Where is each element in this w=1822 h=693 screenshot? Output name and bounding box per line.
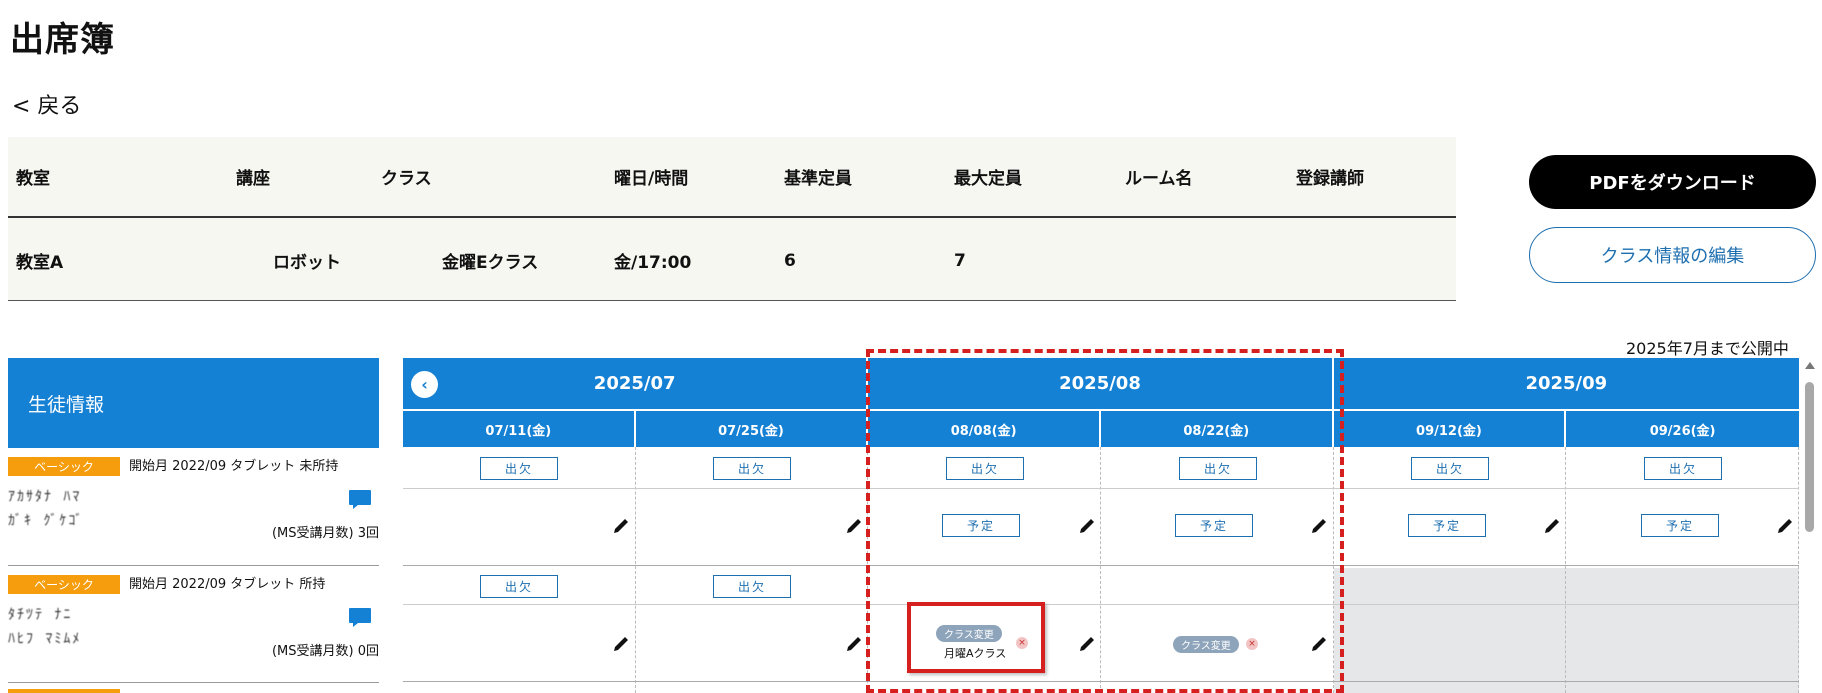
planned-button[interactable]: 予定: [1408, 514, 1486, 537]
lesson-count: (MS受講月数) 0回: [271, 644, 379, 659]
date-column: [1334, 447, 1567, 693]
attendance-button[interactable]: 出欠: [480, 575, 558, 598]
date-column: [1566, 447, 1799, 693]
header-class: クラス: [381, 169, 432, 189]
lesson-count: (MS受講月数) 3回: [271, 526, 379, 541]
pencil-icon[interactable]: [1311, 636, 1327, 652]
value-classroom: 教室A: [16, 253, 64, 273]
attendance-button[interactable]: 出欠: [480, 457, 558, 480]
student-row: ベーシック 開始月 2022/09 タブレット 未所持 ｱｶｻﾀﾅ ﾊﾏ ｶﾞｷ…: [8, 457, 379, 565]
month-header: 2025/08: [868, 358, 1334, 409]
scroll-thumb[interactable]: [1805, 382, 1814, 532]
date-column: [403, 447, 636, 693]
student-name: ﾊﾋﾌ ﾏﾐﾑﾒ: [8, 631, 82, 647]
value-class: 金曜Eクラス: [442, 253, 539, 273]
row-divider: [403, 681, 1799, 682]
class-info-header-row: 教室 講座 クラス 曜日/時間 基準定員 最大定員 ルーム名 登録講師: [8, 137, 1456, 218]
pencil-icon[interactable]: [1311, 518, 1327, 534]
student-row: ベーシック 開始月 2022/09 タブレット 所持 ﾀﾁﾂﾃ ﾅﾆ ﾊﾋﾌ ﾏ…: [8, 575, 379, 683]
remove-icon[interactable]: ×: [1016, 637, 1028, 649]
month-label: 2025/09: [1525, 373, 1608, 394]
header-standard-capacity: 基準定員: [784, 169, 852, 189]
class-change-chip: クラス変更: [1173, 636, 1239, 653]
month-header: ‹ 2025/07: [403, 358, 869, 409]
plan-badge: ベーシック: [8, 575, 120, 594]
pencil-icon[interactable]: [1544, 518, 1560, 534]
planned-button[interactable]: 予定: [1641, 514, 1719, 537]
attendance-button[interactable]: 出欠: [1644, 457, 1722, 480]
pencil-icon[interactable]: [846, 518, 862, 534]
student-divider: [8, 565, 379, 566]
pdf-download-button[interactable]: PDFをダウンロード: [1529, 155, 1816, 209]
chevron-left-icon: ‹: [421, 375, 428, 394]
class-info-value-row: 教室A ロボット 金曜Eクラス 金/17:00 6 7: [8, 220, 1456, 301]
date-header: 09/12(金): [1334, 411, 1567, 447]
pencil-icon[interactable]: [613, 518, 629, 534]
attendance-button[interactable]: 出欠: [713, 575, 791, 598]
month-label: 2025/07: [593, 373, 676, 394]
date-header-row: 07/11(金) 07/25(金) 08/08(金) 08/22(金) 09/1…: [403, 411, 1799, 447]
month-label: 2025/08: [1059, 373, 1141, 394]
value-max-capacity: 7: [954, 250, 966, 271]
month-header-row: ‹ 2025/07 2025/08 2025/09: [403, 358, 1799, 409]
header-room-name: ルーム名: [1125, 169, 1193, 189]
header-day-time: 曜日/時間: [614, 169, 689, 189]
student-name-kana: ﾀﾁﾂﾃ ﾅﾆ: [8, 607, 73, 623]
date-header: 08/08(金): [868, 411, 1101, 447]
row-divider: [403, 565, 1799, 566]
plan-badge: [8, 689, 120, 693]
class-change-chip: クラス変更: [936, 625, 1002, 642]
remove-icon[interactable]: ×: [1246, 638, 1258, 650]
planned-button[interactable]: 予定: [1175, 514, 1253, 537]
pencil-icon[interactable]: [613, 636, 629, 652]
month-header: 2025/09: [1334, 358, 1799, 409]
date-header: 07/11(金): [403, 411, 636, 447]
date-column: [1101, 447, 1334, 693]
attendance-button[interactable]: 出欠: [1179, 457, 1257, 480]
pencil-icon[interactable]: [1079, 518, 1095, 534]
plan-badge: ベーシック: [8, 457, 120, 476]
date-header: 09/26(金): [1649, 423, 1716, 439]
chat-icon[interactable]: [348, 605, 372, 629]
pencil-icon[interactable]: [846, 636, 862, 652]
publish-status: 2025年7月まで公開中: [1626, 339, 1789, 358]
pencil-icon[interactable]: [1777, 518, 1793, 534]
pencil-icon[interactable]: [1079, 636, 1095, 652]
prev-month-button[interactable]: ‹: [411, 371, 438, 398]
chat-icon[interactable]: [348, 487, 372, 511]
back-link[interactable]: < 戻る: [12, 88, 81, 120]
student-name: ｶﾞｷ ｸﾞｹｺﾞ: [8, 513, 85, 529]
value-course: ロボット: [273, 253, 341, 273]
row-divider: [403, 488, 1799, 489]
row-divider: [403, 604, 1799, 605]
attendance-button[interactable]: 出欠: [713, 457, 791, 480]
date-column: [636, 447, 869, 693]
date-header: 07/25(金): [636, 411, 869, 447]
class-change-target: 月曜Aクラス: [944, 647, 1007, 660]
date-header: 08/22(金): [1101, 411, 1334, 447]
attendance-button[interactable]: 出欠: [1411, 457, 1489, 480]
student-meta: 開始月 2022/09 タブレット 所持: [129, 577, 326, 592]
student-name-kana: ｱｶｻﾀﾅ ﾊﾏ: [8, 489, 82, 505]
attendance-button[interactable]: 出欠: [946, 457, 1024, 480]
value-day-time: 金/17:00: [614, 253, 692, 273]
student-divider: [8, 682, 379, 683]
value-standard-capacity: 6: [784, 250, 796, 271]
student-meta: 開始月 2022/09 タブレット 未所持: [129, 459, 339, 474]
attendance-grid: ‹ 2025/07 2025/08 2025/09 07/11(金) 07/25…: [403, 358, 1799, 693]
planned-button[interactable]: 予定: [942, 514, 1020, 537]
scroll-up-icon[interactable]: [1805, 362, 1815, 369]
vertical-scrollbar[interactable]: [1803, 362, 1816, 693]
header-registered-teacher: 登録講師: [1296, 169, 1364, 189]
header-max-capacity: 最大定員: [954, 169, 1022, 189]
page-title: 出席簿: [10, 20, 115, 60]
class-info-table: 教室 講座 クラス 曜日/時間 基準定員 最大定員 ルーム名 登録講師 教室A …: [8, 137, 1456, 301]
edit-class-info-button[interactable]: クラス情報の編集: [1529, 227, 1816, 283]
header-classroom: 教室: [16, 169, 50, 189]
student-panel-title: 生徒情報: [8, 358, 379, 448]
header-course: 講座: [236, 169, 270, 189]
